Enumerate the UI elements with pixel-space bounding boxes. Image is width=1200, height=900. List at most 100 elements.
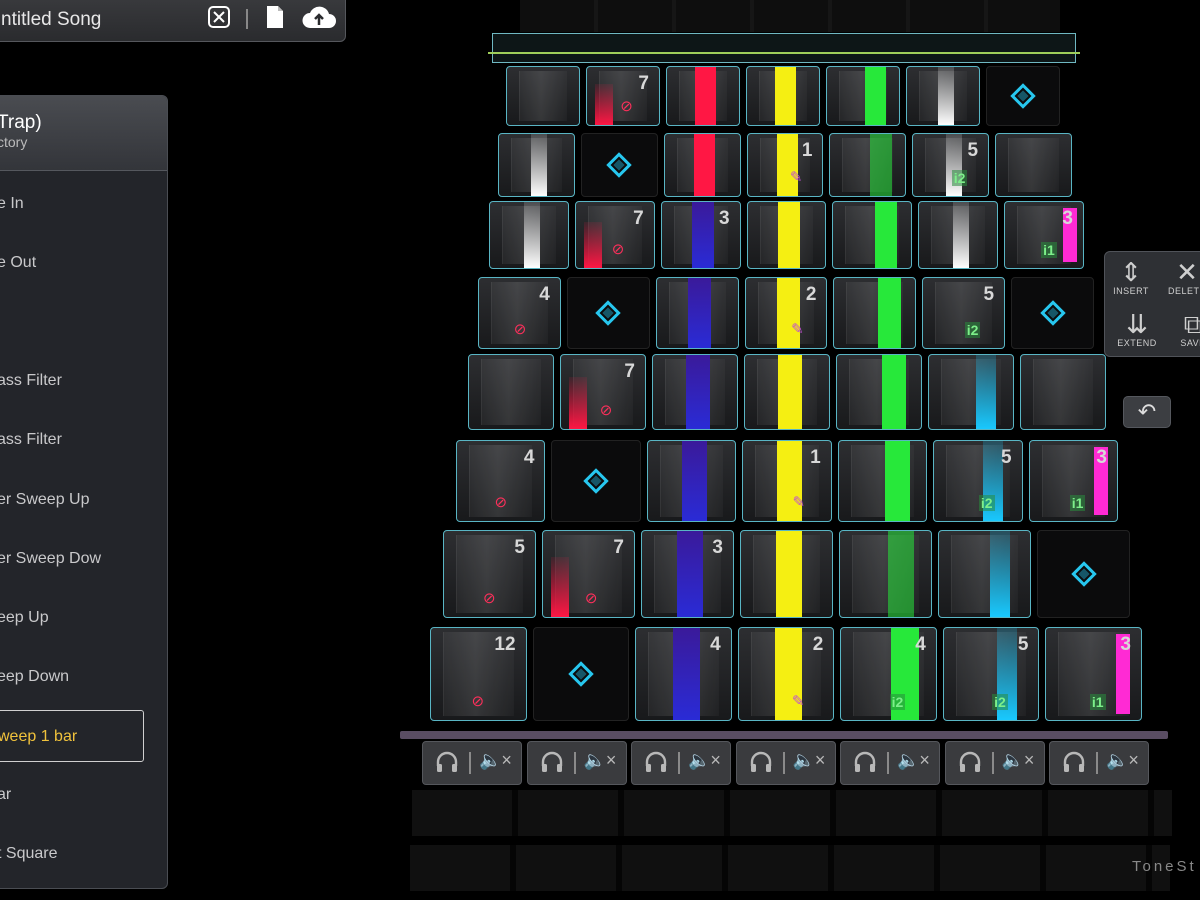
grid-pad[interactable] — [1037, 530, 1130, 618]
grid-pad[interactable] — [646, 440, 737, 522]
grid-pad[interactable] — [498, 133, 575, 197]
preset-item-selected[interactable]: weep 1 bar — [0, 710, 144, 762]
grid-pad[interactable] — [833, 277, 917, 349]
cloud-upload-icon[interactable] — [299, 3, 339, 31]
grid-pad[interactable] — [532, 627, 630, 721]
grid-pad[interactable] — [740, 530, 833, 618]
loop-region-bar[interactable] — [492, 33, 1076, 63]
grid-pad[interactable] — [652, 354, 738, 430]
extend-button[interactable]: ⇊ EXTEND — [1111, 306, 1163, 356]
grid-pad[interactable] — [489, 201, 569, 269]
preset-item[interactable] — [0, 296, 147, 348]
grid-pad[interactable] — [829, 133, 907, 197]
insert-button[interactable]: ⇕ INSERT — [1105, 254, 1157, 304]
grid-pad[interactable] — [906, 66, 980, 126]
grid-pad[interactable] — [663, 133, 741, 197]
grid-pad[interactable]: 7 ⊘ — [574, 201, 655, 269]
grid-pad[interactable] — [995, 133, 1072, 197]
grid-pad[interactable] — [580, 133, 658, 197]
grid-pad[interactable] — [918, 201, 999, 269]
grid-pad[interactable]: 5 i2 — [912, 133, 990, 197]
grid-pad[interactable] — [938, 530, 1031, 618]
grid-pad[interactable] — [832, 201, 913, 269]
preset-item[interactable]: e Out — [0, 237, 147, 289]
grid-pad[interactable]: 3 i1 — [1004, 201, 1084, 269]
pad-number: 2 — [812, 634, 824, 655]
clip-marker-icon — [568, 661, 594, 687]
grid-pad[interactable]: 12 ⊘ — [430, 627, 527, 721]
grid-pad[interactable]: 4 i2 — [840, 627, 937, 721]
grid-pad[interactable]: 4 ⊘ — [478, 277, 561, 349]
preset-item[interactable]: ass Filter — [0, 414, 147, 466]
grid-pad[interactable]: 3 i1 — [1028, 440, 1118, 522]
delete-button[interactable]: ✕ DELETE — [1161, 254, 1200, 304]
synth-icon: i1 — [1041, 242, 1057, 258]
grid-pad[interactable]: 7 ⊘ — [542, 530, 635, 618]
track-bar — [672, 628, 700, 720]
grid-pad[interactable] — [1011, 277, 1094, 349]
headphones-icon[interactable] — [644, 750, 668, 774]
pad-sheen — [481, 359, 541, 425]
grid-pad[interactable] — [986, 66, 1060, 126]
grid-pad[interactable] — [839, 530, 932, 618]
headphones-icon[interactable] — [958, 750, 982, 774]
grid-pad[interactable] — [746, 201, 827, 269]
headphones-icon[interactable] — [749, 750, 773, 774]
preset-item[interactable]: er Sweep Dow — [0, 533, 147, 585]
speaker-mute-icon[interactable]: 🔈× — [688, 750, 721, 771]
grid-pad[interactable] — [928, 354, 1014, 430]
song-title[interactable]: ntitled Song — [1, 9, 101, 31]
grid-pad[interactable]: 5 i2 — [922, 277, 1006, 349]
speaker-mute-icon[interactable]: 🔈× — [1002, 750, 1035, 771]
grid-pad[interactable]: 7 ⊘ — [560, 354, 646, 430]
new-file-icon[interactable] — [261, 3, 289, 31]
grid-pad[interactable] — [551, 440, 641, 522]
headphones-icon[interactable] — [435, 750, 459, 774]
preset-item[interactable]: er Sweep Up — [0, 474, 147, 526]
headphones-icon[interactable] — [540, 750, 564, 774]
preset-item[interactable]: ass Filter — [0, 355, 147, 407]
save-button[interactable]: ⧉ SAVE — [1167, 306, 1200, 356]
preset-item[interactable]: eep Up — [0, 592, 147, 644]
grid-pad[interactable]: 5 ⊘ — [443, 530, 536, 618]
grid-pad[interactable] — [836, 354, 922, 430]
preset-item[interactable]: t Square — [0, 828, 147, 880]
grid-pad[interactable]: 5 i2 — [942, 627, 1040, 721]
grid-pad[interactable]: 1 ✎ — [742, 440, 832, 522]
speaker-mute-icon[interactable]: 🔈× — [793, 750, 826, 771]
grid-pad[interactable]: 5 i2 — [933, 440, 1023, 522]
grid-pad[interactable]: 1 ✎ — [746, 133, 824, 197]
grid-pad[interactable] — [506, 66, 580, 126]
speaker-mute-icon[interactable]: 🔈× — [479, 750, 512, 771]
grid-pad[interactable] — [666, 66, 740, 126]
grid-pad[interactable]: 4 — [635, 627, 732, 721]
grid-pad[interactable]: 3 i1 — [1045, 627, 1142, 721]
channel-separator — [991, 752, 994, 774]
grid-pad[interactable] — [744, 354, 830, 430]
grid-pad[interactable]: 4 ⊘ — [456, 440, 546, 522]
preset-item[interactable]: ar — [0, 769, 147, 821]
grid-pad[interactable] — [655, 277, 739, 349]
grid-pad[interactable] — [468, 354, 554, 430]
grid-pad[interactable]: 7 ⊘ — [586, 66, 660, 126]
grid-pad[interactable]: 2 ✎ — [744, 277, 828, 349]
preset-item[interactable]: eep Down — [0, 651, 147, 703]
channel-controls: 🔈× — [735, 741, 836, 785]
grid-pad[interactable]: 3 — [641, 530, 734, 618]
undo-button[interactable]: ↶ — [1123, 396, 1171, 428]
speaker-mute-icon[interactable]: 🔈× — [1106, 750, 1139, 771]
speaker-mute-icon[interactable]: 🔈× — [897, 750, 930, 771]
grid-pad[interactable] — [826, 66, 900, 126]
speaker-mute-icon[interactable]: 🔈× — [584, 750, 617, 771]
grid-pad[interactable]: 2 ✎ — [737, 627, 835, 721]
headphones-icon[interactable] — [853, 750, 877, 774]
grid-pad[interactable]: 3 — [660, 201, 741, 269]
grid-pad[interactable] — [837, 440, 928, 522]
close-song-icon[interactable] — [205, 3, 233, 31]
grid-pad[interactable] — [566, 277, 650, 349]
grid-pad[interactable] — [746, 66, 820, 126]
preset-item[interactable]: e In — [0, 178, 147, 230]
headphones-icon[interactable] — [1062, 750, 1086, 774]
grid-pad[interactable] — [1020, 354, 1106, 430]
preset-pack-header[interactable]: Trap) ctory — [0, 96, 167, 171]
